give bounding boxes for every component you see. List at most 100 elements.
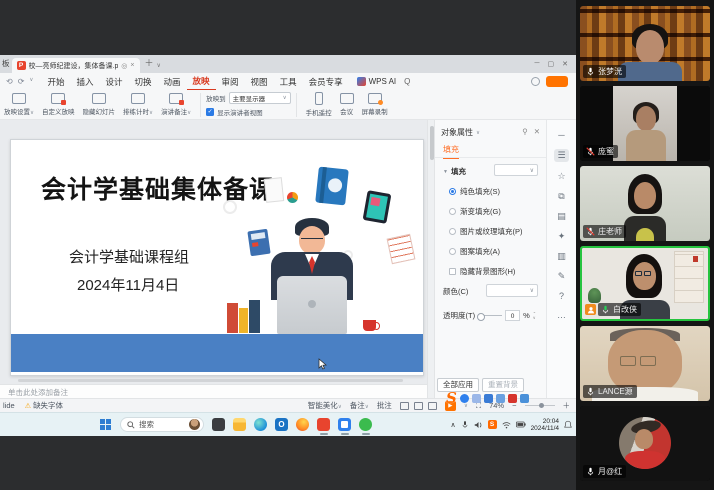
- reading-view-icon[interactable]: [428, 402, 437, 410]
- fill-section-header[interactable]: ▼ 填充: [443, 166, 466, 177]
- tab-slideshow[interactable]: 放映: [187, 73, 216, 91]
- presenter-view-checkbox[interactable]: ✓ 显示演讲者视图: [206, 107, 291, 117]
- rehearse-button[interactable]: 排练计时∨: [119, 93, 157, 116]
- comment-button[interactable]: 批注: [377, 400, 392, 411]
- participant-tile[interactable]: LANCE源: [580, 326, 710, 401]
- meeting-app-icon[interactable]: [338, 418, 351, 431]
- wechat-icon[interactable]: [359, 418, 372, 431]
- wps-ai-button[interactable]: WPS AI: [357, 77, 397, 86]
- tray-sogou-icon[interactable]: S: [488, 420, 497, 429]
- scrollbar-thumb[interactable]: [430, 126, 434, 160]
- notification-bell-icon[interactable]: [564, 420, 572, 429]
- close-button[interactable]: ✕: [562, 60, 568, 68]
- normal-view-icon[interactable]: [400, 402, 409, 410]
- participant-tile[interactable]: 庞蜜: [580, 86, 710, 161]
- hide-background-checkbox[interactable]: 隐藏背景图形(H): [449, 266, 515, 277]
- zoom-slider[interactable]: [525, 405, 555, 407]
- new-tab-button[interactable]: ＋: [145, 56, 154, 69]
- panel-title-caret[interactable]: ∨: [476, 130, 480, 136]
- quick-access-caret[interactable]: ∨: [29, 77, 33, 86]
- sogou-logo[interactable]: S: [446, 389, 457, 407]
- radio-picture-fill[interactable]: 图片或纹理填充(P): [449, 226, 523, 237]
- partial-tab[interactable]: 板: [2, 58, 10, 69]
- edit-strip-icon[interactable]: ✎: [558, 271, 566, 282]
- vertical-scrollbar[interactable]: [427, 120, 434, 398]
- collapse-strip-icon[interactable]: ─: [558, 130, 564, 140]
- missing-font-warning[interactable]: ⚠ 缺失字体: [25, 400, 63, 411]
- wps-office-icon[interactable]: [317, 418, 330, 431]
- ime-skin-icon[interactable]: [508, 394, 517, 403]
- pin-icon[interactable]: ⚲: [522, 127, 528, 136]
- horizontal-scrollbar[interactable]: [18, 379, 403, 382]
- notes-pane[interactable]: 单击此处添加备注: [0, 384, 427, 398]
- maximize-button[interactable]: ▢: [548, 60, 555, 68]
- zoom-in-button[interactable]: ＋: [563, 400, 571, 411]
- tray-volume-icon[interactable]: [474, 421, 483, 429]
- tray-expand-icon[interactable]: ∧: [450, 421, 455, 429]
- tab-member[interactable]: 会员专享: [303, 74, 349, 90]
- properties-strip-icon[interactable]: ☰: [554, 149, 568, 162]
- show-settings-button[interactable]: 放映设置∨: [0, 93, 38, 116]
- favorites-strip-icon[interactable]: ☆: [557, 171, 565, 182]
- tab-close-icon[interactable]: ×: [130, 62, 134, 69]
- tab-list-caret[interactable]: ∨: [157, 62, 161, 69]
- fill-preset-select[interactable]: ∨: [494, 164, 538, 176]
- reading-strip-icon[interactable]: ▥: [557, 251, 566, 262]
- search-icon[interactable]: Q: [404, 77, 410, 86]
- tab-insert[interactable]: 插入: [70, 74, 99, 90]
- display-select[interactable]: 主要显示器 ∨: [229, 92, 291, 104]
- tab-view[interactable]: 视图: [245, 74, 274, 90]
- file-explorer-icon[interactable]: [233, 418, 246, 431]
- animation-strip-icon[interactable]: ✦: [558, 231, 566, 242]
- tray-wifi-icon[interactable]: [502, 421, 511, 429]
- tab-animation[interactable]: 动画: [158, 74, 187, 90]
- sync-status-icon[interactable]: [531, 77, 540, 86]
- screen-record-button[interactable]: 屏幕录制: [358, 93, 392, 116]
- document-tab[interactable]: P 校—亮师纪建设，集体备课.p ◎ ×: [12, 58, 140, 73]
- participant-tile-active-speaker[interactable]: 白改侠: [580, 246, 710, 321]
- radio-pattern-fill[interactable]: 图案填充(A): [449, 246, 500, 257]
- ime-toolbox-icon[interactable]: [520, 394, 529, 403]
- notes-toggle-button[interactable]: 备注∨: [350, 400, 369, 411]
- phone-remote-button[interactable]: 手机遥控: [302, 92, 336, 117]
- participant-tile[interactable]: 张梦洸: [580, 6, 710, 81]
- taskbar-search[interactable]: 搜索: [120, 417, 204, 432]
- ime-mode-icon[interactable]: [460, 394, 469, 403]
- task-view-icon[interactable]: [212, 418, 225, 431]
- participant-tile[interactable]: 月@红: [580, 406, 710, 481]
- tab-design[interactable]: 设计: [99, 74, 128, 90]
- outlook-icon[interactable]: O: [275, 418, 288, 431]
- panel-close-icon[interactable]: ✕: [534, 127, 540, 136]
- ime-pen-icon[interactable]: [472, 394, 481, 403]
- taskbar-clock[interactable]: 20:042024/11/4: [531, 418, 559, 432]
- help-strip-icon[interactable]: ?: [559, 291, 564, 301]
- speaker-notes-button[interactable]: 演讲备注∨: [157, 93, 195, 116]
- tray-mic-icon[interactable]: [461, 420, 469, 429]
- slide[interactable]: 会计学基础集体备课 会计学基础课程组 2024年11月4日: [10, 139, 424, 376]
- ime-keyboard-icon[interactable]: [496, 394, 505, 403]
- tab-home[interactable]: 开始: [41, 74, 70, 90]
- transparency-value[interactable]: 0: [505, 310, 520, 321]
- share-button[interactable]: [546, 76, 568, 87]
- clipboard-strip-icon[interactable]: ⧉: [558, 191, 564, 202]
- transparency-slider[interactable]: [478, 315, 502, 316]
- meeting-button[interactable]: 会议: [336, 93, 358, 116]
- undo-icon[interactable]: ⟲: [6, 77, 13, 86]
- tab-transition[interactable]: 切换: [128, 74, 157, 90]
- color-select[interactable]: ∨: [486, 284, 538, 297]
- edge-browser-icon[interactable]: [254, 418, 267, 431]
- tab-review[interactable]: 审阅: [216, 74, 245, 90]
- hide-slide-button[interactable]: 隐藏幻灯片: [79, 93, 120, 116]
- slide-sorter-icon[interactable]: [414, 402, 423, 410]
- image-strip-icon[interactable]: ▤: [557, 211, 566, 222]
- tray-battery-icon[interactable]: [516, 421, 526, 428]
- more-strip-icon[interactable]: …: [557, 310, 566, 320]
- start-button[interactable]: [100, 419, 112, 431]
- tab-tools[interactable]: 工具: [274, 74, 303, 90]
- radio-gradient-fill[interactable]: 渐变填充(G): [449, 206, 501, 217]
- redo-icon[interactable]: ⟳: [18, 77, 25, 86]
- minimize-button[interactable]: ─: [535, 60, 540, 68]
- participant-tile[interactable]: 庄老师: [580, 166, 710, 241]
- radio-solid-fill[interactable]: 纯色填充(S): [449, 186, 500, 197]
- custom-show-button[interactable]: 自定义放映: [38, 93, 79, 116]
